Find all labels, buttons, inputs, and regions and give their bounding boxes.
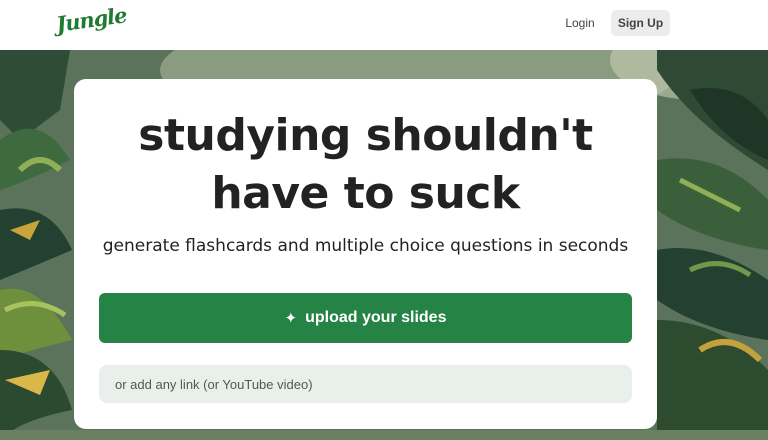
login-link[interactable]: Login [558,10,602,36]
upload-slides-button[interactable]: ✦ upload your slides [99,293,632,343]
upload-button-label: upload your slides [305,309,447,326]
logo-text: Jungle [54,2,128,37]
headline-line-1: studying shouldn't [138,110,593,161]
top-nav: Jungle Login Sign Up [0,0,768,50]
jungle-logo[interactable]: Jungle [55,2,128,37]
hero-card: studying shouldn't have to suck generate… [74,79,657,429]
signup-button[interactable]: Sign Up [611,10,670,36]
page-title: studying shouldn't have to suck [74,107,657,223]
link-input[interactable] [99,365,632,403]
headline-line-2: have to suck [211,168,520,219]
page-subtitle: generate flashcards and multiple choice … [102,236,629,256]
sparkle-icon: ✦ [284,309,298,327]
